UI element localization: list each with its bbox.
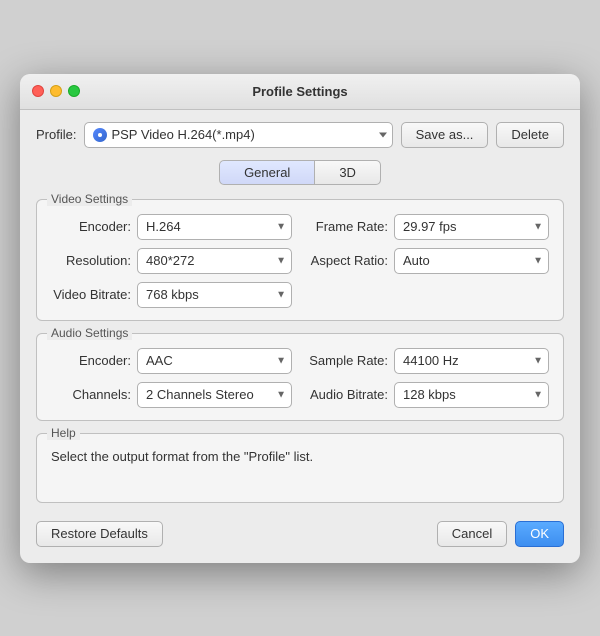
resolution-label: Resolution: [51,253,131,268]
audio-settings-title: Audio Settings [47,326,132,340]
tab-3d[interactable]: 3D [314,160,381,185]
restore-defaults-button[interactable]: Restore Defaults [36,521,163,547]
delete-button[interactable]: Delete [496,122,564,148]
sample-rate-select[interactable]: 44100 Hz [394,348,549,374]
video-settings-section: Video Settings Encoder: H.264 ▼ Frame Ra… [36,199,564,321]
sample-rate-label: Sample Rate: [308,353,388,368]
profile-settings-window: Profile Settings Profile: PSP Video H.26… [20,74,580,563]
profile-value: PSP Video H.264(*.mp4) [111,127,254,142]
audio-settings-grid: Encoder: AAC ▼ Sample Rate: 44100 Hz [51,348,549,408]
channels-select-wrapper: 2 Channels Stereo ▼ [137,382,292,408]
channels-label: Channels: [51,387,131,402]
audio-bitrate-select[interactable]: 128 kbps [394,382,549,408]
video-settings-title: Video Settings [47,192,132,206]
profile-chevron-icon [379,132,387,137]
audio-settings-section: Audio Settings Encoder: AAC ▼ Sample Rat… [36,333,564,421]
bottom-right-buttons: Cancel OK [437,521,564,547]
aspect-ratio-row: Aspect Ratio: Auto ▼ [308,248,549,274]
help-title: Help [47,426,80,440]
audio-encoder-row: Encoder: AAC ▼ [51,348,292,374]
aspect-ratio-label: Aspect Ratio: [308,253,388,268]
encoder-row: Encoder: H.264 ▼ [51,214,292,240]
video-bitrate-row: Video Bitrate: 768 kbps ▼ [51,282,292,308]
close-button[interactable] [32,85,44,97]
frame-rate-label: Frame Rate: [308,219,388,234]
sample-rate-row: Sample Rate: 44100 Hz ▼ [308,348,549,374]
window-content: Profile: PSP Video H.264(*.mp4) Save as.… [20,110,580,563]
channels-select[interactable]: 2 Channels Stereo [137,382,292,408]
resolution-select-wrapper: 480*272 ▼ [137,248,292,274]
sample-rate-select-wrapper: 44100 Hz ▼ [394,348,549,374]
profile-row: Profile: PSP Video H.264(*.mp4) Save as.… [36,122,564,148]
frame-rate-row: Frame Rate: 29.97 fps ▼ [308,214,549,240]
aspect-ratio-select[interactable]: Auto [394,248,549,274]
titlebar: Profile Settings [20,74,580,110]
channels-row: Channels: 2 Channels Stereo ▼ [51,382,292,408]
audio-bitrate-label: Audio Bitrate: [308,387,388,402]
video-bitrate-select[interactable]: 768 kbps [137,282,292,308]
profile-label: Profile: [36,127,76,142]
profile-select[interactable]: PSP Video H.264(*.mp4) [84,122,392,148]
frame-rate-select[interactable]: 29.97 fps [394,214,549,240]
encoder-select[interactable]: H.264 [137,214,292,240]
frame-rate-select-wrapper: 29.97 fps ▼ [394,214,549,240]
minimize-button[interactable] [50,85,62,97]
audio-encoder-select[interactable]: AAC [137,348,292,374]
audio-bitrate-row: Audio Bitrate: 128 kbps ▼ [308,382,549,408]
audio-encoder-select-wrapper: AAC ▼ [137,348,292,374]
help-section: Help Select the output format from the "… [36,433,564,503]
encoder-select-wrapper: H.264 ▼ [137,214,292,240]
encoder-label: Encoder: [51,219,131,234]
video-bitrate-label: Video Bitrate: [51,287,131,302]
resolution-select[interactable]: 480*272 [137,248,292,274]
tab-general[interactable]: General [219,160,314,185]
tabs: General 3D [36,160,564,185]
resolution-row: Resolution: 480*272 ▼ [51,248,292,274]
window-title: Profile Settings [252,84,347,99]
profile-combo[interactable]: PSP Video H.264(*.mp4) [84,122,392,148]
video-bitrate-select-wrapper: 768 kbps ▼ [137,282,292,308]
cancel-button[interactable]: Cancel [437,521,507,547]
bottom-bar: Restore Defaults Cancel OK [36,517,564,547]
audio-encoder-label: Encoder: [51,353,131,368]
save-as-button[interactable]: Save as... [401,122,489,148]
traffic-lights [32,85,80,97]
disc-icon [93,128,107,142]
maximize-button[interactable] [68,85,80,97]
aspect-ratio-select-wrapper: Auto ▼ [394,248,549,274]
audio-bitrate-select-wrapper: 128 kbps ▼ [394,382,549,408]
help-text: Select the output format from the "Profi… [51,448,549,466]
video-settings-grid: Encoder: H.264 ▼ Frame Rate: 29.97 fps [51,214,549,308]
ok-button[interactable]: OK [515,521,564,547]
